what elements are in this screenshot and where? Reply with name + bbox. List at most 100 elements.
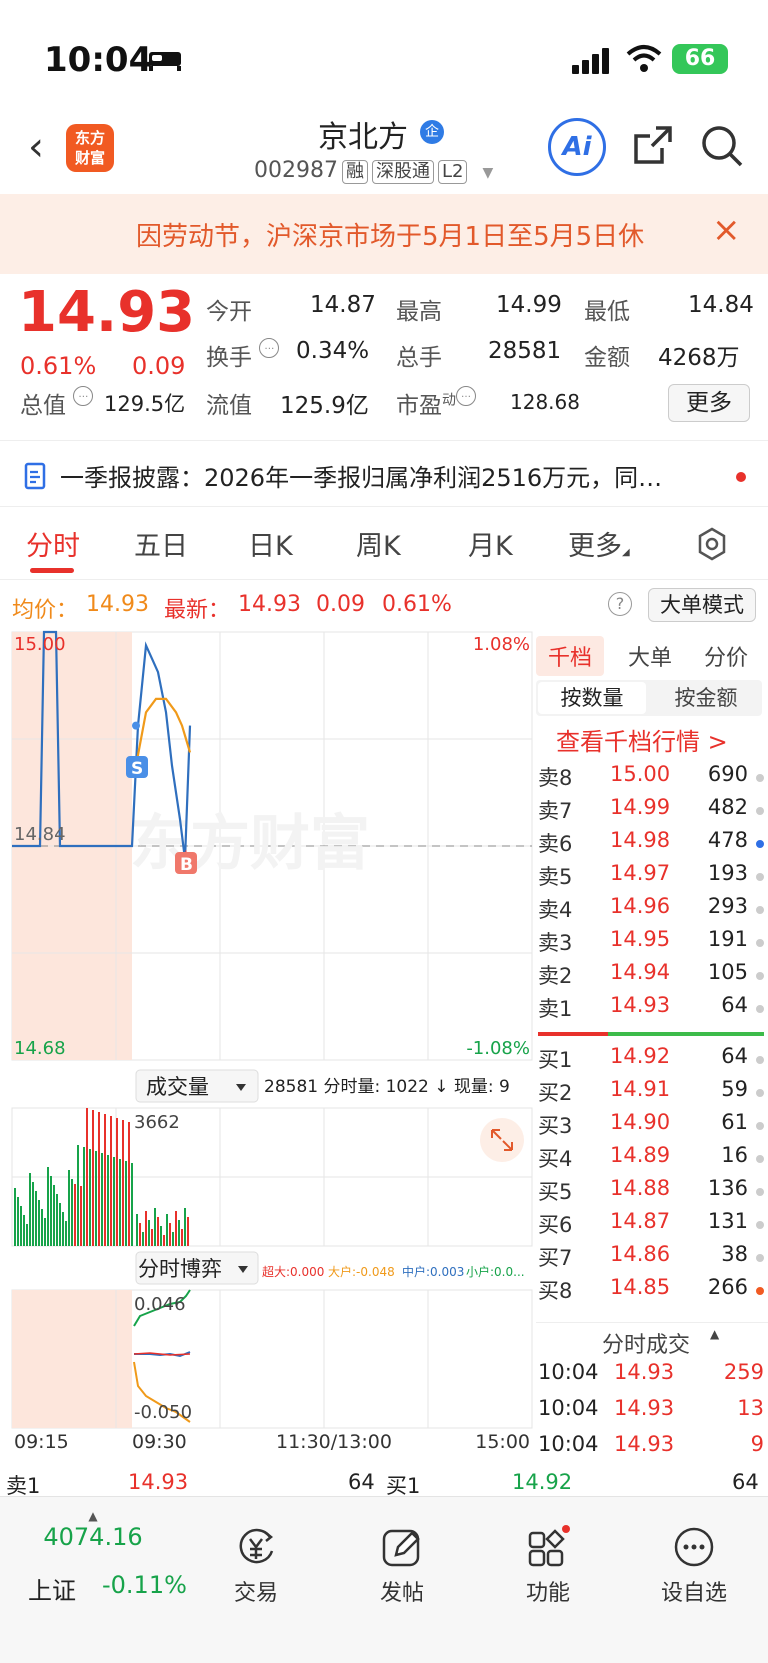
big-order-mode-button[interactable]: 大单模式 (648, 588, 756, 622)
pe-label[interactable]: 市盈动… (396, 386, 476, 420)
volume-bar (151, 1229, 153, 1246)
bid-row[interactable]: 买6 14.87 131 (538, 1209, 764, 1242)
nav-add-watchlist[interactable]: 设自选 (644, 1525, 744, 1607)
volume-bar (65, 1221, 67, 1246)
ask-row[interactable]: 卖7 14.99 482 (538, 795, 764, 828)
bid-row[interactable]: 买3 14.90 61 (538, 1110, 764, 1143)
by-quantity-button[interactable]: 按数量 (538, 682, 646, 714)
order-dot (756, 1089, 764, 1097)
volume-bar (62, 1212, 64, 1246)
wifi-icon (626, 45, 662, 72)
volume-bar (128, 1122, 130, 1246)
ask-row[interactable]: 卖6 14.98 478 (538, 828, 764, 861)
sell-marker-label: S (131, 759, 143, 779)
holiday-notice[interactable]: 因劳动节，沪深京市场于5月1日至5月5日休 × (0, 194, 768, 274)
by-amount-button[interactable]: 按金额 (652, 682, 760, 714)
bid-row[interactable]: 买5 14.88 136 (538, 1176, 764, 1209)
price-dot (132, 721, 140, 730)
volume-bar (142, 1232, 144, 1246)
tab-more[interactable]: 更多◢ (568, 524, 630, 563)
bid-row[interactable]: 买8 14.85 266 (538, 1275, 764, 1308)
last-change: 0.09 (316, 592, 365, 617)
volume-bar (29, 1173, 31, 1246)
tab-weekly-k[interactable]: 周K (356, 524, 401, 563)
info-icon[interactable]: … (73, 386, 94, 406)
order-dot (756, 906, 764, 914)
bid-row[interactable]: 买1 14.92 64 (538, 1044, 764, 1077)
ask-row[interactable]: 卖2 14.94 105 (538, 960, 764, 993)
volume-selector-label: 成交量 (146, 1075, 209, 1099)
volume-bar (86, 1108, 88, 1246)
price-axis-mid: 14.84 (14, 824, 66, 845)
turnover-label[interactable]: 换手 … (206, 338, 280, 372)
ask-row[interactable]: 卖3 14.95 191 (538, 927, 764, 960)
mcap-label[interactable]: 总值 … (20, 386, 94, 420)
time-sales-row: 10:04 14.93 259 (538, 1360, 764, 1384)
order-dot (756, 1287, 764, 1295)
volume-bar (178, 1220, 180, 1246)
tag-margin: 融 (341, 160, 368, 184)
low-label: 最低 (584, 299, 630, 325)
watermark: 东方财富 (130, 809, 370, 879)
tab-five-day[interactable]: 五日 (134, 524, 188, 563)
close-icon[interactable]: × (712, 210, 741, 250)
time-sales-row: 10:04 14.93 13 (538, 1396, 764, 1420)
last-percent: 0.61% (382, 592, 452, 617)
back-button[interactable]: ‹ (28, 124, 44, 170)
volume-bar (95, 1151, 97, 1246)
tab-daily-k[interactable]: 日K (248, 524, 293, 563)
change-amount: 0.09 (132, 352, 186, 380)
report-text: 一季报披露：2026年一季报归属净利润2516万元，同… (60, 464, 663, 492)
info-icon[interactable]: … (456, 386, 476, 406)
volume-bar (154, 1208, 156, 1246)
ask-row[interactable]: 卖5 14.97 193 (538, 861, 764, 894)
volume-bar (157, 1217, 159, 1246)
volume-bar (113, 1157, 115, 1246)
nav-trade[interactable]: 交易 (206, 1525, 306, 1607)
search-icon[interactable] (700, 124, 744, 168)
last-value: 14.93 (238, 592, 301, 617)
bottom-nav: ▲ 4074.16 上证 -0.11% 交易 发帖 功能 设自选 (0, 1496, 768, 1663)
nav-post[interactable]: 发帖 (352, 1525, 452, 1607)
more-button[interactable]: 更多 (668, 384, 750, 422)
tab-monthly-k[interactable]: 月K (468, 524, 513, 563)
info-icon[interactable]: … (259, 338, 280, 358)
tab-price-distribution[interactable]: 分价 (704, 640, 748, 672)
order-dot (756, 1188, 764, 1196)
tab-thousand-level[interactable]: 千档 (536, 636, 605, 676)
more-dots-icon (674, 1527, 714, 1567)
intraday-chart[interactable]: 东方财富 S B 15.00 14.84 14.68 1.08% -1.08% 成交量 28581… (0, 626, 534, 1468)
ask-row[interactable]: 卖1 14.93 64 (538, 993, 764, 1026)
volume-max-label: 3662 (134, 1112, 180, 1133)
bid-row[interactable]: 买2 14.91 59 (538, 1077, 764, 1110)
bid-row[interactable]: 买7 14.86 38 (538, 1242, 764, 1275)
share-icon[interactable] (632, 124, 674, 166)
report-banner[interactable]: 一季报披露：2026年一季报归属净利润2516万元，同… (0, 446, 768, 504)
app-logo[interactable]: 东方 财富 (66, 124, 114, 172)
volume-bar (169, 1223, 171, 1246)
unread-dot (736, 472, 746, 482)
index-value: 4074.16 (43, 1523, 143, 1551)
ask-row[interactable]: 卖8 15.00 690 (538, 762, 764, 795)
settings-icon[interactable] (694, 526, 730, 562)
tag-l2: L2 (437, 160, 468, 184)
tab-big-order[interactable]: 大单 (628, 640, 672, 672)
volume-bar (74, 1184, 76, 1246)
help-icon[interactable]: ? (608, 592, 632, 616)
tab-intraday[interactable]: 分时 (26, 524, 80, 563)
time-sales-header[interactable]: 分时成交 ▲ (536, 1322, 768, 1358)
high-value: 14.99 (496, 292, 562, 318)
bid-row[interactable]: 买4 14.89 16 (538, 1143, 764, 1176)
view-thousand-level-link[interactable]: 查看千档行情 > (556, 722, 728, 757)
chart-tabs: 分时 五日 日K 周K 月K 更多◢ (0, 510, 768, 580)
volume-value: 28581 (488, 338, 562, 364)
ai-button[interactable]: Ai (548, 118, 606, 176)
index-widget[interactable]: ▲ 4074.16 (38, 1509, 148, 1551)
document-icon (24, 462, 46, 490)
stock-code-line[interactable]: 002987 融深股通 L2 ▼ (254, 158, 493, 184)
ask-row[interactable]: 卖4 14.96 293 (538, 894, 764, 927)
turnover-value: 0.34% (296, 338, 370, 364)
order-dot (756, 807, 764, 815)
status-time: 10:04 (44, 40, 153, 80)
nav-functions[interactable]: 功能 (498, 1525, 598, 1607)
